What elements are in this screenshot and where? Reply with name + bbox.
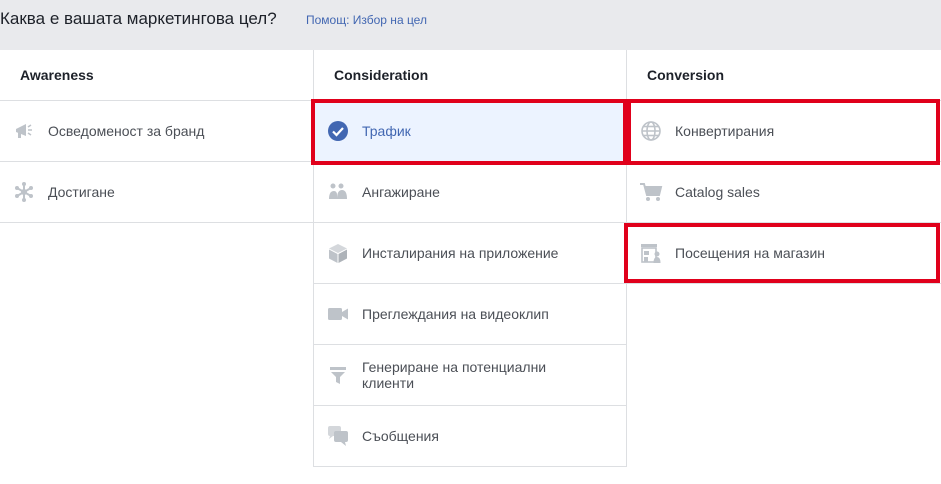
objective-label: Посещения на магазин bbox=[675, 245, 826, 261]
reach-asterisk-icon bbox=[12, 180, 36, 204]
objective-label: Конвертирания bbox=[675, 123, 775, 139]
objective-label: Трафик bbox=[362, 123, 411, 139]
objective-app-installs[interactable]: Инсталирания на приложение bbox=[314, 223, 626, 284]
checkmark-circle-icon bbox=[326, 119, 350, 143]
globe-icon bbox=[639, 119, 663, 143]
people-icon bbox=[326, 180, 350, 204]
shopping-cart-icon bbox=[639, 180, 663, 204]
objective-label: Достигане bbox=[48, 184, 115, 200]
help-link[interactable]: Помощ: Избор на цел bbox=[306, 13, 427, 27]
objective-store-visits[interactable]: Посещения на магазин bbox=[627, 223, 941, 284]
cube-icon bbox=[326, 241, 350, 265]
consideration-heading: Consideration bbox=[314, 50, 626, 101]
chat-bubbles-icon bbox=[326, 424, 350, 448]
conversion-heading: Conversion bbox=[627, 50, 941, 101]
objective-header: Каква е вашата маркетингова цел? Помощ: … bbox=[0, 0, 941, 50]
objective-label: Съобщения bbox=[362, 428, 439, 444]
video-camera-icon bbox=[326, 302, 350, 326]
objective-lead-generation[interactable]: Генериране на потенциални клиенти bbox=[314, 345, 626, 406]
objective-traffic[interactable]: Трафик bbox=[314, 101, 626, 162]
megaphone-icon bbox=[12, 119, 36, 143]
objective-messages[interactable]: Съобщения bbox=[314, 406, 626, 467]
objective-reach[interactable]: Достигане bbox=[0, 162, 313, 223]
store-icon bbox=[639, 241, 663, 265]
consideration-column: Consideration Трафик Ангажиране Инсталир… bbox=[313, 50, 627, 467]
objective-catalog-sales[interactable]: Catalog sales bbox=[627, 162, 941, 223]
conversion-column: Conversion Конвертирания Catalog sales П… bbox=[627, 50, 941, 284]
objective-brand-awareness[interactable]: Осведоменост за бранд bbox=[0, 101, 313, 162]
awareness-heading: Awareness bbox=[0, 50, 313, 101]
objective-conversions[interactable]: Конвертирания bbox=[627, 101, 941, 162]
objective-label: Генериране на потенциални клиенти bbox=[362, 359, 547, 391]
objective-label: Catalog sales bbox=[675, 184, 760, 200]
objective-label: Ангажиране bbox=[362, 184, 440, 200]
objective-label: Инсталирания на приложение bbox=[362, 245, 559, 261]
objective-engagement[interactable]: Ангажиране bbox=[314, 162, 626, 223]
page-title: Каква е вашата маркетингова цел? bbox=[0, 9, 277, 28]
objective-video-views[interactable]: Преглеждания на видеоклип bbox=[314, 284, 626, 345]
awareness-column: Awareness Осведоменост за бранд Достиган… bbox=[0, 50, 313, 223]
funnel-icon bbox=[326, 363, 350, 387]
objective-label: Осведоменост за бранд bbox=[48, 123, 205, 139]
objective-label: Преглеждания на видеоклип bbox=[362, 306, 549, 322]
